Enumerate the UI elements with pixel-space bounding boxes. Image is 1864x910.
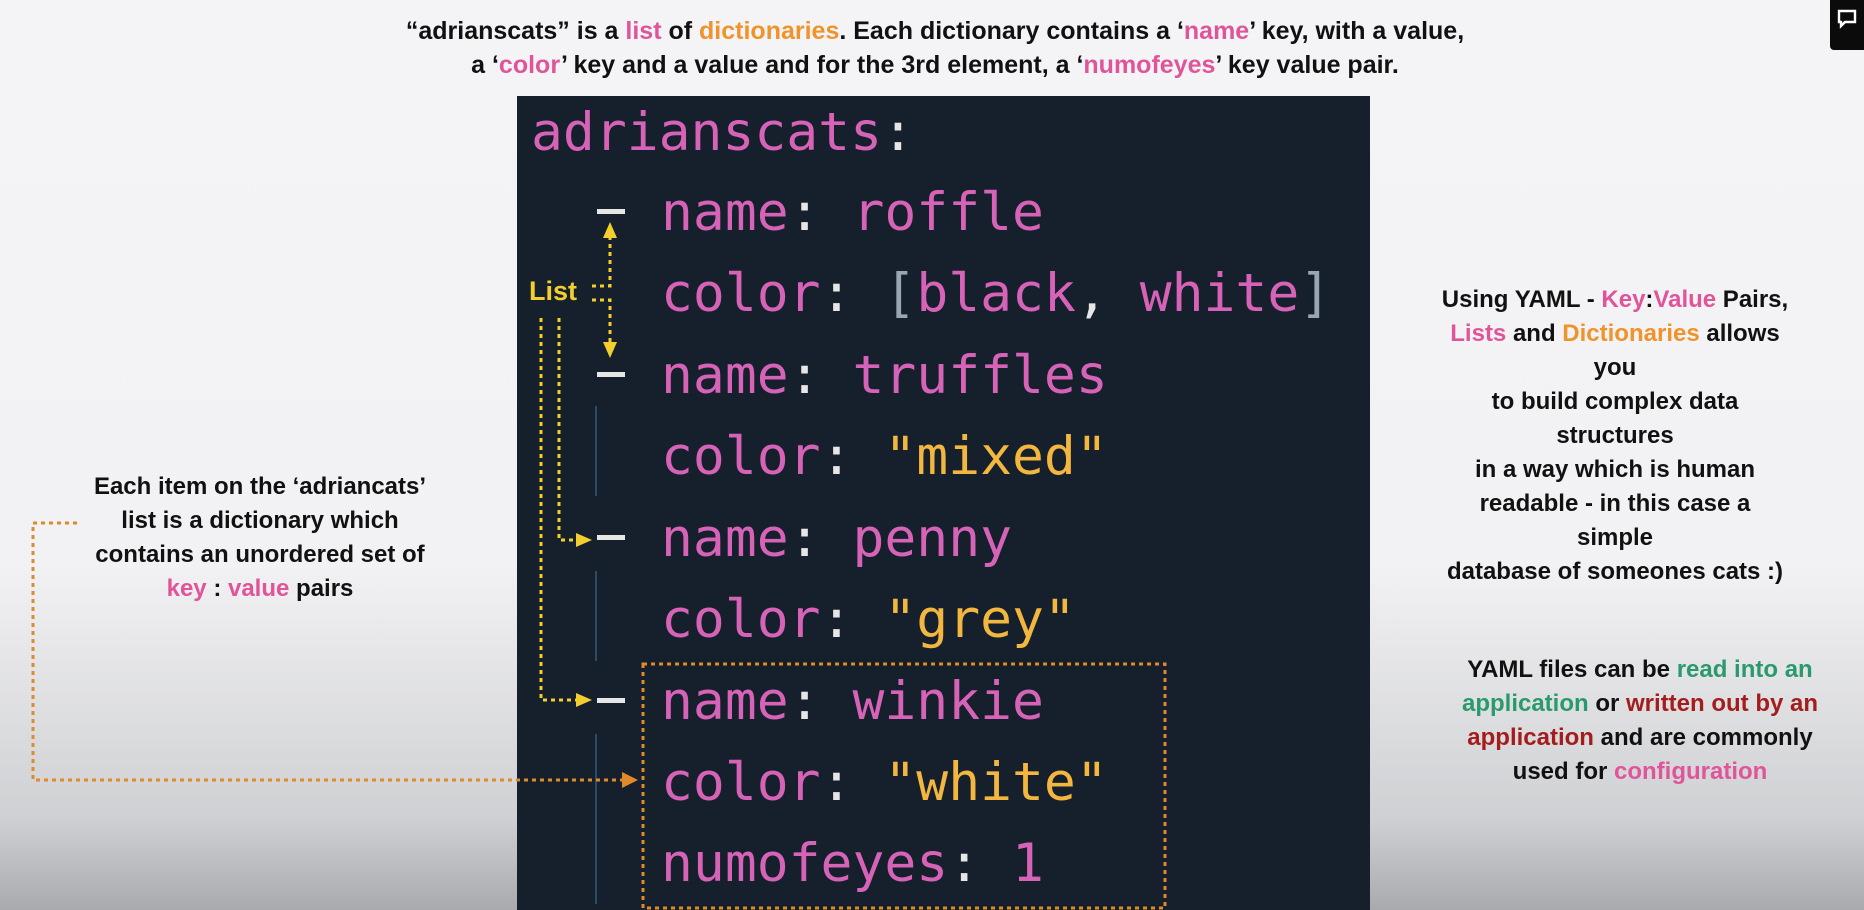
highlight-configuration: configuration: [1614, 758, 1768, 785]
right-note-line: to build complex data structures: [1491, 388, 1739, 449]
highlight-read: read into an: [1676, 656, 1813, 683]
dictionary-arrowhead: [622, 772, 638, 788]
right-note-line: application and are commonly: [1440, 721, 1840, 755]
right-note-line: used for configuration: [1440, 755, 1840, 789]
left-note-line: contains an unordered set of: [95, 541, 425, 568]
highlight-write: written out by an: [1626, 690, 1819, 717]
note-text: Using YAML -: [1441, 286, 1602, 313]
list-label: List: [529, 276, 578, 306]
list-arrowhead-item3: [576, 533, 592, 547]
list-arrow-item3: [557, 318, 578, 542]
list-arrow-down: [592, 298, 612, 342]
highlight-key: Key: [1601, 286, 1646, 313]
note-text: or: [1588, 690, 1627, 717]
left-note: Each item on the ‘adriancats’ list is a …: [70, 470, 450, 606]
highlight-write: application: [1467, 724, 1594, 751]
left-note-tail: pairs: [289, 575, 354, 602]
highlight-value: Value: [1653, 286, 1717, 313]
highlight-dictionaries: Dictionaries: [1562, 320, 1700, 347]
right-note-line: application or written out by an: [1440, 687, 1840, 721]
right-note-yaml-structures: Using YAML - Key:Value Pairs, Lists and …: [1440, 283, 1790, 589]
left-note-line: key : value pairs: [70, 572, 450, 606]
right-note-line: in a way which is human: [1474, 456, 1756, 483]
highlight-value: value: [227, 575, 290, 602]
right-note-yaml-files: YAML files can be read into an applicati…: [1440, 653, 1840, 789]
right-note-line: YAML files can be read into an: [1440, 653, 1840, 687]
left-note-line: Each item on the ‘adriancats’: [93, 473, 427, 500]
note-text: used for: [1512, 758, 1614, 785]
right-note-line: Lists and Dictionaries allows you: [1440, 317, 1790, 385]
note-text: Pairs,: [1716, 286, 1789, 313]
note-text: and: [1506, 320, 1563, 347]
left-note-line: list is a dictionary which: [121, 507, 399, 534]
right-note-line: database of someones cats :): [1446, 558, 1784, 585]
note-text: YAML files can be: [1467, 656, 1677, 683]
dictionary-highlight-box: [641, 662, 1167, 910]
highlight-key: key: [166, 575, 207, 602]
list-arrowhead-down: [603, 342, 617, 358]
highlight-lists: Lists: [1450, 320, 1507, 347]
list-arrowhead-item4: [576, 693, 592, 707]
left-note-sep: :: [206, 575, 228, 602]
note-text: and are commonly: [1593, 724, 1813, 751]
list-arrowhead-up: [603, 222, 617, 238]
right-note-line: readable - in this case a simple: [1479, 490, 1751, 551]
highlight-read: application: [1461, 690, 1589, 717]
list-arrow-up: [592, 236, 612, 288]
right-note-line: Using YAML - Key:Value Pairs,: [1440, 283, 1790, 317]
